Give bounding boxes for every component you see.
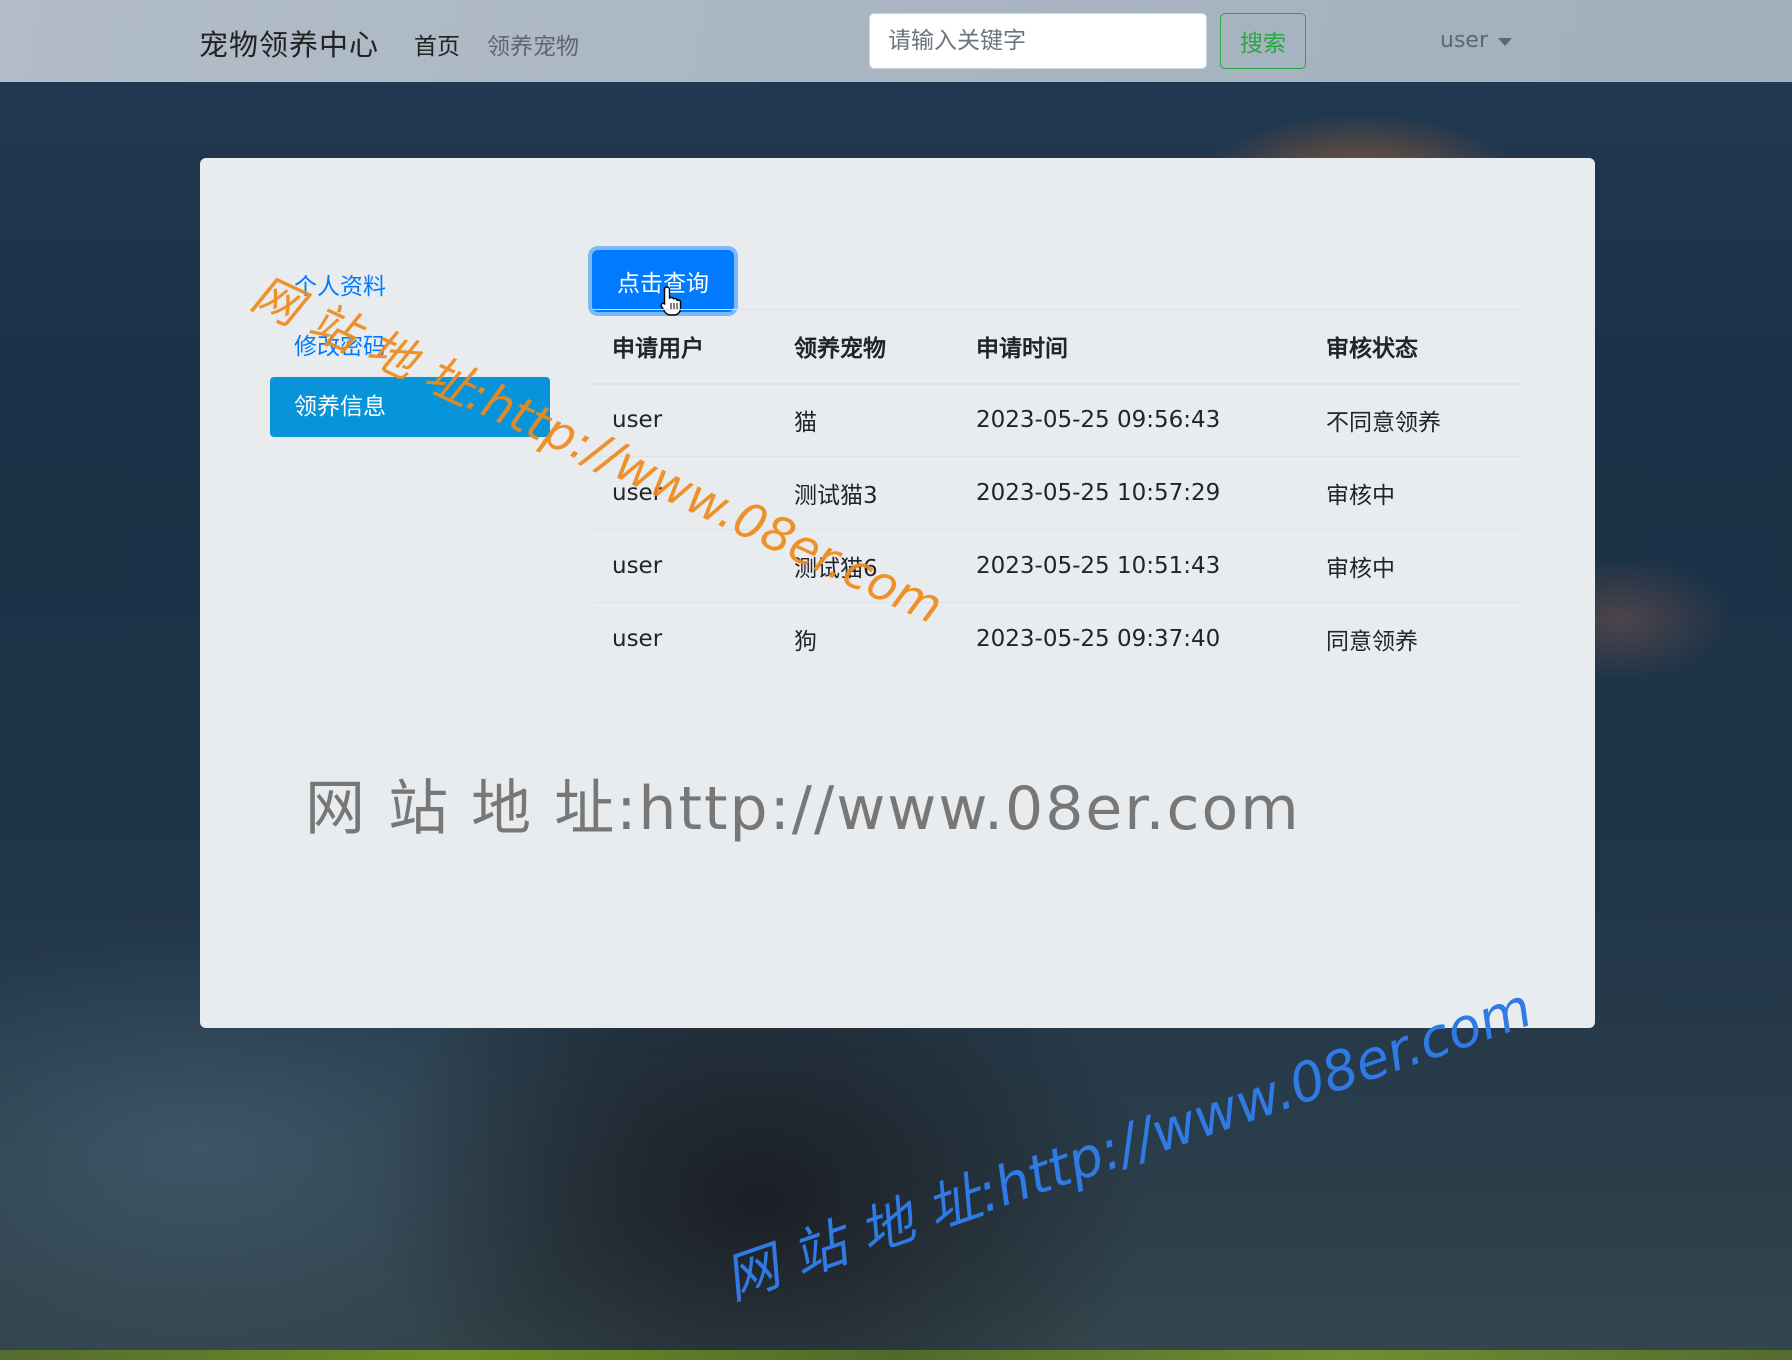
cell-apply-time: 2023-05-25 09:56:43 [957,383,1307,457]
sidebar-item-adoption-info[interactable]: 领养信息 [270,377,550,437]
cell-pet: 狗 [794,629,817,656]
caret-down-icon [1498,37,1512,46]
user-dropdown-label: user [1440,28,1488,53]
content-card: 个人资料 修改密码 领养信息 点击查询 申请用户 领养宠物 申请时间 审核状态 … [200,158,1595,1028]
sidebar-item-change-password[interactable]: 修改密码 [270,317,550,377]
user-dropdown[interactable]: user [1440,28,1512,53]
nav-link-adopt-pets[interactable]: 领养宠物 [487,27,579,61]
bottom-grass-strip [0,1350,1792,1360]
sidebar: 个人资料 修改密码 领养信息 [270,257,550,437]
cell-applicant: user [593,456,775,530]
cell-review-status: 不同意领养 [1307,383,1523,457]
top-navbar: 宠物领养中心 首页 领养宠物 搜索 user [0,0,1792,82]
column-header-review-status: 审核状态 [1307,309,1523,385]
cell-review-status: 审核中 [1307,456,1523,530]
cell-apply-time: 2023-05-25 09:37:40 [976,626,1221,653]
cell-applicant: user [593,529,775,603]
cell-apply-time: 2023-05-25 10:51:43 [957,529,1307,603]
cell-review-status: 同意领养 [1326,629,1418,656]
cell-applicant: user [593,383,775,457]
cell-applicant: user [612,626,663,653]
column-header-applicant: 申请用户 [593,309,775,385]
table-row: user 狗 2023-05-25 09:37:40 同意领养 [593,603,1523,676]
cell-review-status: 审核中 [1307,529,1523,603]
column-header-pet: 领养宠物 [775,309,957,385]
adoption-table: 申请用户 领养宠物 申请时间 审核状态 user 猫 2023-05-25 09… [593,309,1523,676]
nav-link-home[interactable]: 首页 [414,27,460,61]
table-row: user 猫 2023-05-25 09:56:43 不同意领养 [593,383,1523,457]
search-input[interactable] [869,13,1207,69]
table-row: user 测试猫6 2023-05-25 10:51:43 审核中 [593,529,1523,603]
table-header-row: 申请用户 领养宠物 申请时间 审核状态 [593,309,1523,385]
search-button[interactable]: 搜索 [1220,13,1306,69]
brand-title[interactable]: 宠物领养中心 [199,22,379,64]
cell-pet: 测试猫6 [775,529,957,603]
cell-apply-time: 2023-05-25 10:57:29 [957,456,1307,530]
cell-pet: 猫 [775,383,957,457]
table-row: user 测试猫3 2023-05-25 10:57:29 审核中 [593,456,1523,530]
adoption-table-container: 申请用户 领养宠物 申请时间 审核状态 user 猫 2023-05-25 09… [593,309,1523,676]
sidebar-item-profile[interactable]: 个人资料 [270,257,550,317]
cell-pet: 测试猫3 [775,456,957,530]
column-header-apply-time: 申请时间 [957,309,1307,385]
